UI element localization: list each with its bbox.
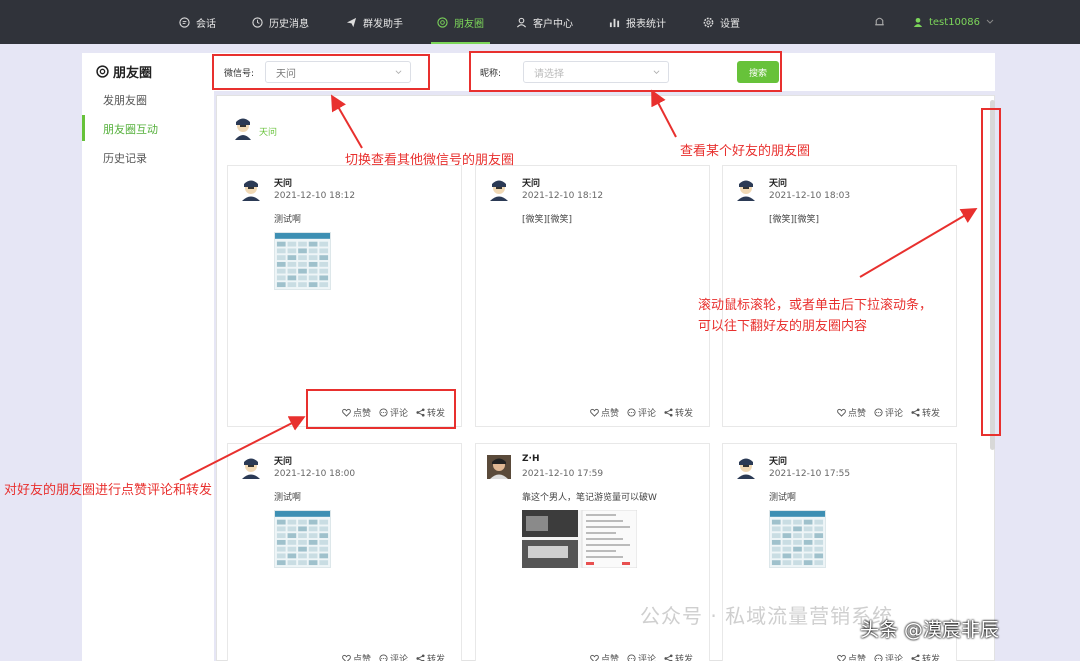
- annotation-interact: 对好友的朋友圈进行点赞评论和转发: [4, 483, 213, 498]
- annotation-arrows: [179, 89, 978, 481]
- annotation-scroll-line2: 可以往下翻好友的朋友圈内容: [698, 319, 868, 334]
- credit-watermark: 头条 @漠宸非辰: [860, 619, 1000, 641]
- arrow-wechat: [330, 94, 363, 149]
- annotation-switch-wechat: 切换查看其他微信号的朋友圈: [345, 153, 515, 168]
- watermark: 公众号 · 私域流量营销系统: [640, 604, 894, 628]
- arrow-nickname: [651, 89, 677, 138]
- annotation-view-friend: 查看某个好友的朋友圈: [680, 144, 811, 159]
- annotation-scroll-line1: 滚动鼠标滚轮，或者单击后下拉滚动条，: [698, 298, 933, 313]
- arrow-actions: [179, 416, 306, 481]
- arrow-scrollbar: [859, 207, 978, 278]
